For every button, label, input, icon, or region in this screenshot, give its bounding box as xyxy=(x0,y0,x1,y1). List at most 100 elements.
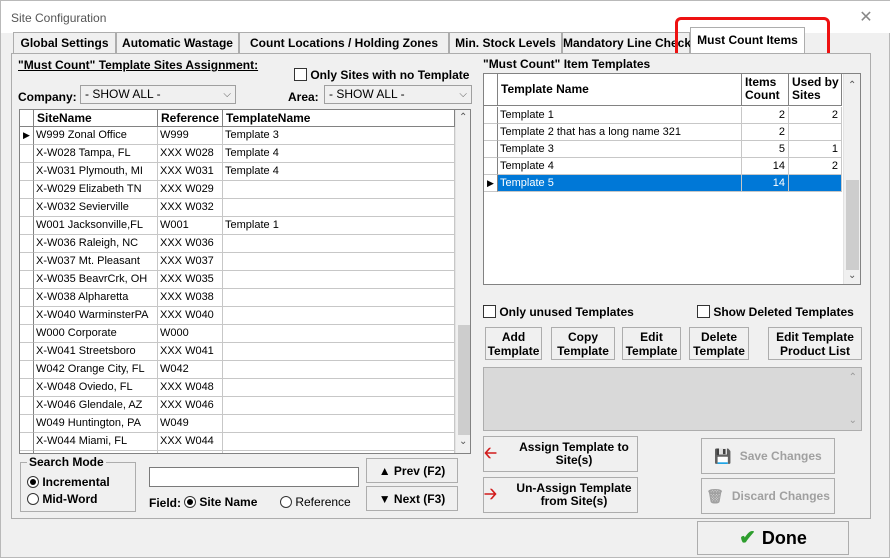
column-header-sitename[interactable]: SiteName xyxy=(34,110,158,127)
reference-cell[interactable]: XXX W044 xyxy=(158,433,223,451)
reference-cell[interactable]: XXX W047 xyxy=(158,451,223,453)
site-name-cell[interactable]: X-W048 Oviedo, FL xyxy=(34,379,158,397)
site-name-cell[interactable]: X-W040 WarminsterPA xyxy=(34,307,158,325)
column-header-templatename[interactable]: TemplateName xyxy=(223,110,455,127)
template-row[interactable]: Template 2 that has a long name 321 2 xyxy=(484,124,843,141)
used-by-sites-cell[interactable]: 2 xyxy=(789,107,842,124)
items-count-cell[interactable]: 2 xyxy=(742,107,789,124)
discard-changes-button[interactable]: 🗑 Discard Changes xyxy=(701,478,835,514)
used-by-sites-cell[interactable]: 1 xyxy=(789,141,842,158)
row-header[interactable] xyxy=(20,451,34,453)
row-header[interactable] xyxy=(20,235,34,253)
used-by-sites-cell[interactable]: 2 xyxy=(789,158,842,175)
template-name-cell[interactable]: Template 5 xyxy=(498,175,742,192)
row-header[interactable] xyxy=(484,107,498,124)
reference-cell[interactable]: XXX W032 xyxy=(158,199,223,217)
items-count-cell[interactable]: 14 xyxy=(742,158,789,175)
site-row[interactable]: ▶ W999 Zonal Office W999 Template 3 xyxy=(20,127,455,145)
template-name-cell[interactable]: Template 1 xyxy=(223,217,455,235)
items-count-cell[interactable]: 14 xyxy=(742,175,789,192)
row-header[interactable] xyxy=(20,307,34,325)
row-header[interactable] xyxy=(20,325,34,343)
template-name-cell[interactable] xyxy=(223,325,455,343)
reference-cell[interactable]: XXX W048 xyxy=(158,379,223,397)
checkbox-box[interactable] xyxy=(697,305,710,318)
site-name-cell[interactable]: W042 Orange City, FL xyxy=(34,361,158,379)
row-header[interactable] xyxy=(484,124,498,141)
done-button[interactable]: ✔ Done xyxy=(697,521,849,555)
radio-selected-icon[interactable] xyxy=(27,476,39,488)
row-header[interactable] xyxy=(484,141,498,158)
site-row[interactable]: X-W035 BeavrCrk, OH XXX W035 xyxy=(20,271,455,289)
template-name-cell[interactable] xyxy=(223,397,455,415)
row-header[interactable] xyxy=(20,361,34,379)
reference-cell[interactable]: XXX W038 xyxy=(158,289,223,307)
items-count-cell[interactable]: 2 xyxy=(742,124,789,141)
reference-cell[interactable]: XXX W046 xyxy=(158,397,223,415)
sites-grid[interactable]: SiteName Reference TemplateName ▶ W999 Zo… xyxy=(19,109,471,454)
reference-cell[interactable]: W999 xyxy=(158,127,223,145)
assign-template-button[interactable]: 🡠 Assign Template to Site(s) xyxy=(483,436,638,472)
template-name-cell[interactable] xyxy=(223,433,455,451)
site-name-cell[interactable]: X-W047 Lawrencevill xyxy=(34,451,158,453)
site-name-cell[interactable]: W049 Huntington, PA xyxy=(34,415,158,433)
template-row[interactable]: Template 351 xyxy=(484,141,843,158)
edit-product-list-button[interactable]: Edit Template Product List xyxy=(768,327,862,360)
template-name-cell[interactable] xyxy=(223,379,455,397)
row-header[interactable] xyxy=(20,415,34,433)
unassign-template-button[interactable]: 🡢 Un-Assign Template from Site(s) xyxy=(483,477,638,513)
templates-scrollbar[interactable]: ⌃ ⌄ xyxy=(843,74,860,284)
site-row[interactable]: W000 Corporate W000 xyxy=(20,325,455,343)
reference-cell[interactable]: XXX W037 xyxy=(158,253,223,271)
site-name-cell[interactable]: X-W029 Elizabeth TN xyxy=(34,181,158,199)
row-header[interactable] xyxy=(20,397,34,415)
template-name-cell[interactable] xyxy=(223,199,455,217)
reference-cell[interactable]: W000 xyxy=(158,325,223,343)
template-name-cell[interactable]: Template 1 xyxy=(498,107,742,124)
template-name-cell[interactable] xyxy=(223,253,455,271)
incremental-radio[interactable]: Incremental xyxy=(27,475,110,489)
radio-selected-icon[interactable] xyxy=(184,496,196,508)
reference-radio[interactable]: Reference xyxy=(280,495,351,509)
column-header-used-by-sites[interactable]: Used by Sites xyxy=(789,74,842,106)
template-name-cell[interactable]: Template 3 xyxy=(498,141,742,158)
site-row[interactable]: W001 Jacksonville,FL W001 Template 1 xyxy=(20,217,455,235)
reference-cell[interactable]: XXX W035 xyxy=(158,271,223,289)
scroll-up-icon[interactable]: ⌃ xyxy=(848,80,856,91)
copy-template-button[interactable]: Copy Template xyxy=(551,327,615,360)
add-template-button[interactable]: Add Template xyxy=(485,327,542,360)
area-select[interactable]: - SHOW ALL - ⌵ xyxy=(324,85,472,104)
row-header[interactable] xyxy=(20,199,34,217)
site-name-cell[interactable]: X-W038 Alpharetta xyxy=(34,289,158,307)
used-by-sites-cell[interactable] xyxy=(789,175,842,192)
midword-radio[interactable]: Mid-Word xyxy=(27,492,97,506)
row-header[interactable] xyxy=(20,379,34,397)
site-row[interactable]: X-W044 Miami, FL XXX W044 xyxy=(20,433,455,451)
reference-cell[interactable]: W042 xyxy=(158,361,223,379)
row-header[interactable] xyxy=(20,181,34,199)
template-row[interactable]: Template 4 14 2 xyxy=(484,158,843,175)
tab-mandatory-line-check[interactable]: Mandatory Line Check xyxy=(562,32,691,54)
reference-cell[interactable]: XXX W028 xyxy=(158,145,223,163)
row-header[interactable] xyxy=(20,433,34,451)
row-header[interactable] xyxy=(20,163,34,181)
site-row[interactable]: W042 Orange City, FL W042 xyxy=(20,361,455,379)
template-name-cell[interactable] xyxy=(223,415,455,433)
template-name-cell[interactable] xyxy=(223,343,455,361)
row-header[interactable] xyxy=(20,145,34,163)
template-name-cell[interactable]: Template 4 xyxy=(223,145,455,163)
template-name-cell[interactable] xyxy=(223,181,455,199)
reference-cell[interactable]: XXX W029 xyxy=(158,181,223,199)
template-name-cell[interactable] xyxy=(223,307,455,325)
reference-cell[interactable]: XXX W031 xyxy=(158,163,223,181)
delete-template-button[interactable]: Delete Template xyxy=(689,327,749,360)
row-header[interactable] xyxy=(20,343,34,361)
site-row[interactable]: X-W037 Mt. Pleasant XXX W037 xyxy=(20,253,455,271)
site-row[interactable]: W049 Huntington, PA W049 xyxy=(20,415,455,433)
row-header[interactable] xyxy=(20,253,34,271)
column-header-template-name[interactable]: Template Name xyxy=(498,74,742,106)
site-row[interactable]: X-W047 LawrencevillXXX W047 xyxy=(20,451,455,453)
site-row[interactable]: X-W040 WarminsterPA XXX W040 xyxy=(20,307,455,325)
site-row[interactable]: X-W028 Tampa, FL XXX W028 Template 4 xyxy=(20,145,455,163)
row-header[interactable] xyxy=(20,217,34,235)
